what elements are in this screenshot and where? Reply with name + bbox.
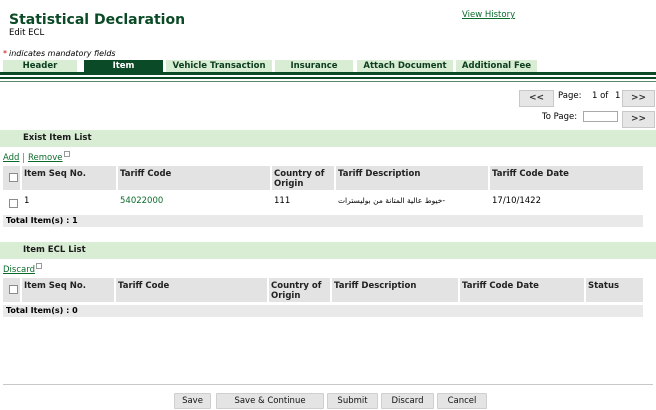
item-seq-cell: 1 (24, 196, 30, 206)
column-header-country-line2: Origin (271, 291, 301, 301)
link-separator (23, 153, 24, 163)
ecl-items-table-header: Item Seq No. Tariff Code Country of Origi… (3, 278, 643, 303)
column-header-tariff-code-date: Tariff Code Date (462, 281, 539, 291)
tab-insurance[interactable]: Insurance (275, 60, 353, 72)
column-separator (330, 278, 332, 303)
total-items-label: Total Item(s) : (6, 216, 70, 225)
add-item-link[interactable]: Add (3, 153, 19, 163)
column-header-country-of-origin: Country of Origin (274, 169, 324, 189)
tab-bar: Header Item Vehicle Transaction Insuranc… (0, 60, 656, 72)
total-items-value: 0 (72, 306, 78, 315)
tab-item[interactable]: Item (84, 60, 163, 72)
column-header-tariff-description: Tariff Description (338, 169, 421, 179)
column-header-item-seq: Item Seq No. (24, 281, 86, 291)
mandatory-note-text: indicates mandatory fields (9, 49, 116, 58)
total-items-value: 1 (72, 216, 78, 225)
exist-items-total: Total Item(s) : 1 (3, 215, 643, 227)
column-header-country-of-origin: Country of Origin (271, 281, 321, 301)
tab-vehicle-transaction[interactable]: Vehicle Transaction (166, 60, 272, 72)
page-subtitle: Edit ECL (9, 28, 45, 38)
to-page-input[interactable] (583, 111, 618, 122)
to-page-label: To Page: (542, 112, 578, 122)
cancel-button[interactable]: Cancel (437, 393, 487, 409)
column-separator (114, 278, 116, 303)
column-header-status: Status (588, 281, 620, 291)
tab-underline (0, 72, 656, 75)
column-header-country-line1: Country of (274, 169, 325, 179)
row-checkbox[interactable] (9, 199, 18, 208)
table-row: 1 54022000 111 خيوط عالية المتانة من بول… (3, 192, 643, 212)
total-items-label: Total Item(s) : (6, 306, 70, 315)
column-separator (334, 166, 336, 191)
exist-items-table-header: Item Seq No. Tariff Code Country of Origi… (3, 166, 643, 191)
ecl-items-total: Total Item(s) : 0 (3, 305, 643, 317)
footer-divider (3, 384, 653, 385)
tab-underline-thin (0, 81, 656, 82)
column-separator (584, 278, 586, 303)
tariff-code-date-cell: 17/10/1422 (492, 196, 541, 206)
discard-indicator-checkbox[interactable] (36, 263, 42, 269)
mandatory-note: * indicates mandatory fields (3, 49, 116, 58)
go-to-page-button[interactable]: >> (622, 111, 655, 128)
column-separator (270, 166, 272, 191)
save-button[interactable]: Save (174, 393, 211, 409)
column-separator (116, 166, 118, 191)
select-all-checkbox[interactable] (9, 285, 18, 294)
remove-item-link[interactable]: Remove (28, 153, 63, 163)
page-label: Page: (558, 91, 582, 101)
column-header-tariff-code: Tariff Code (120, 169, 172, 179)
item-ecl-list-header: Item ECL List (0, 242, 656, 259)
select-all-checkbox[interactable] (9, 173, 18, 182)
country-of-origin-cell: 111 (274, 196, 291, 206)
exist-item-list-header: Exist Item List (0, 130, 656, 147)
save-and-continue-button[interactable]: Save & Continue (216, 393, 324, 409)
tab-underline-secondary (0, 77, 656, 79)
column-separator (267, 278, 269, 303)
prev-page-button[interactable]: << (519, 90, 554, 107)
tab-header[interactable]: Header (3, 60, 77, 72)
column-header-country-line2: Origin (274, 179, 304, 189)
tab-additional-fee[interactable]: Additional Fee (456, 60, 537, 72)
total-pages: 1 (615, 91, 621, 101)
column-separator (20, 278, 22, 303)
remove-indicator-checkbox[interactable] (64, 151, 70, 157)
tariff-code-link[interactable]: 54022000 (120, 196, 163, 206)
column-header-item-seq: Item Seq No. (24, 169, 86, 179)
column-header-country-line1: Country of (271, 281, 322, 291)
view-history-link[interactable]: View History (462, 10, 515, 20)
column-separator (20, 166, 22, 191)
mandatory-star-icon: * (3, 49, 7, 58)
column-separator (458, 278, 460, 303)
submit-button[interactable]: Submit (327, 393, 378, 409)
discard-button[interactable]: Discard (381, 393, 434, 409)
discard-ecl-link[interactable]: Discard (3, 265, 35, 275)
column-header-tariff-code: Tariff Code (118, 281, 170, 291)
column-header-tariff-description: Tariff Description (334, 281, 417, 291)
column-separator (488, 166, 490, 191)
next-page-button[interactable]: >> (622, 90, 655, 107)
tab-attach-document[interactable]: Attach Document (357, 60, 453, 72)
tariff-description-cell: خيوط عالية المتانة من بوليسترات- (338, 196, 446, 205)
page-title: Statistical Declaration (9, 12, 186, 28)
column-header-tariff-code-date: Tariff Code Date (492, 169, 569, 179)
page-of-text: 1 of (592, 91, 609, 101)
